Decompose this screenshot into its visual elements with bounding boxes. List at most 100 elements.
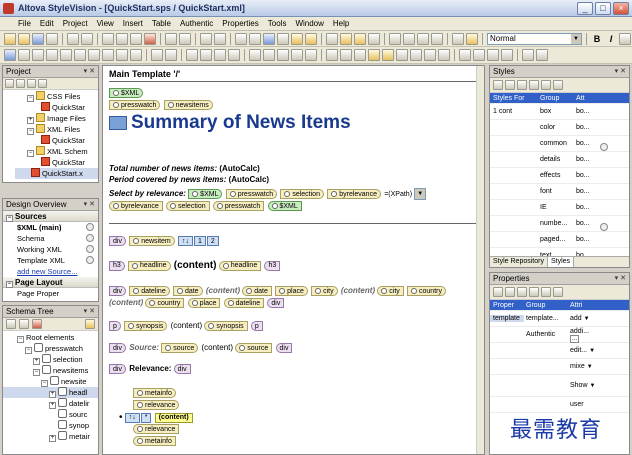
expand-icon[interactable]: +	[27, 117, 34, 124]
newsitem-tag[interactable]: newsitem	[129, 236, 175, 246]
style-attr[interactable]: bo...	[574, 124, 604, 131]
byrelevance-tag[interactable]: byrelevance	[327, 189, 381, 199]
rule-icon[interactable]	[354, 49, 366, 61]
tree-item[interactable]: QuickStar	[15, 102, 98, 113]
style-attr[interactable]: bo...	[574, 140, 608, 151]
list-icon[interactable]	[186, 49, 198, 61]
property-attr[interactable]: user	[568, 401, 598, 408]
date-tag[interactable]: date	[172, 286, 203, 296]
justify-icon[interactable]	[501, 49, 513, 61]
schema-sort-icon[interactable]	[85, 319, 95, 329]
align-left-icon[interactable]	[459, 49, 471, 61]
delete-col-icon[interactable]	[60, 49, 72, 61]
collapse-icon[interactable]: −	[17, 336, 24, 343]
synopsis-content[interactable]: (content)	[171, 321, 203, 330]
find-next-icon[interactable]	[214, 32, 226, 45]
tree-item[interactable]: − XML Schem	[15, 146, 98, 157]
bullets-icon[interactable]	[522, 49, 534, 61]
p-tag[interactable]: p	[109, 321, 121, 331]
place-close-tag[interactable]: place	[187, 298, 221, 308]
autocalc-icon[interactable]	[291, 49, 303, 61]
property-target[interactable]: template	[490, 315, 524, 322]
preview-icon[interactable]	[389, 32, 401, 45]
properties-grid-row[interactable]: mixe ▼	[490, 359, 629, 375]
styles-grid-row[interactable]: details bo...	[490, 152, 629, 168]
source-options-icon[interactable]	[86, 256, 94, 264]
tab-style-repository[interactable]: Style Repository	[490, 257, 548, 267]
schema-node[interactable]: sourc	[3, 409, 98, 420]
fo-icon[interactable]	[354, 32, 366, 45]
style-attr[interactable]: bo...	[574, 236, 604, 243]
collapse-icon[interactable]: −	[6, 281, 13, 288]
styles-grid-row[interactable]: 1 cont box bo...	[490, 104, 629, 120]
presswatch-tag[interactable]: presswatch	[109, 100, 161, 110]
sort-key-2[interactable]: 2	[206, 236, 219, 246]
source-close-tag[interactable]: source	[235, 343, 273, 353]
rtf-icon[interactable]	[417, 32, 429, 45]
schema-node[interactable]: + selection	[3, 354, 98, 365]
italic-button[interactable]: I	[605, 34, 617, 44]
schema-node[interactable]: + datelir	[3, 398, 98, 409]
source-row[interactable]: Schema	[3, 233, 98, 244]
xml-tag[interactable]: $XML	[109, 88, 144, 98]
delete-icon[interactable]	[144, 32, 156, 45]
source-row[interactable]: Template XML	[3, 255, 98, 266]
menu-file[interactable]: File	[18, 19, 31, 28]
image-icon[interactable]	[466, 32, 478, 45]
city-content[interactable]: (content)	[341, 286, 375, 295]
bold-button[interactable]: B	[591, 34, 603, 44]
menu-properties[interactable]: Properties	[222, 19, 258, 28]
collapse-icon[interactable]: −	[27, 150, 34, 157]
menu-project[interactable]: Project	[63, 19, 88, 28]
validate-icon[interactable]	[368, 32, 380, 45]
menu-authentic[interactable]: Authentic	[180, 19, 213, 28]
styles-view-icon[interactable]	[493, 80, 503, 90]
properties-grid-row[interactable]: template template... add ▼	[490, 311, 629, 327]
props-reset-icon[interactable]	[553, 287, 563, 297]
styles-grid-row[interactable]: effects bo...	[490, 168, 629, 184]
style-attr[interactable]: bo...	[574, 172, 604, 179]
synopsis-tag[interactable]: synopsis	[124, 321, 168, 331]
style-attr[interactable]: bo...	[574, 108, 604, 115]
chevron-down-icon[interactable]: ▼	[584, 316, 590, 322]
save-icon[interactable]	[32, 32, 44, 45]
open-icon[interactable]	[18, 32, 30, 45]
styles-remove-icon[interactable]	[541, 80, 551, 90]
chevron-down-icon[interactable]: ▼	[571, 33, 581, 44]
date-content[interactable]: (content)	[206, 286, 240, 295]
schema-node[interactable]: − newsitems	[3, 365, 98, 376]
show-markup-icon[interactable]	[424, 49, 436, 61]
styles-grid-row[interactable]: color bo...	[490, 120, 629, 136]
chevron-down-icon[interactable]: ▼	[589, 383, 595, 389]
source-options-icon[interactable]	[86, 245, 94, 253]
pdf-icon[interactable]	[431, 32, 443, 45]
insert-row-icon[interactable]	[18, 49, 30, 61]
byrelevance-close-tag[interactable]: byrelevance	[109, 201, 163, 211]
align-middle-icon[interactable]	[116, 49, 128, 61]
style-combo[interactable]: Normal ▼	[487, 32, 582, 45]
templates-icon[interactable]	[291, 32, 303, 45]
split-cell-icon[interactable]	[88, 49, 100, 61]
styles-list-icon[interactable]	[505, 80, 515, 90]
copy-icon[interactable]	[116, 32, 128, 45]
property-attr[interactable]: addi... ...	[568, 328, 598, 343]
property-attr[interactable]: mixe ▼	[568, 363, 598, 370]
sort-key[interactable]: *	[140, 412, 152, 423]
synopsis-close-tag[interactable]: synopsis	[204, 321, 248, 331]
source-content[interactable]: (content)	[201, 343, 233, 352]
relevance-close-tag[interactable]: relevance	[133, 424, 180, 434]
schema-node[interactable]: + metair	[3, 431, 98, 442]
highlight-icon[interactable]	[368, 49, 380, 61]
presswatch-close-tag[interactable]: presswatch	[212, 201, 265, 211]
period-autocalc[interactable]: (AutoCalc)	[229, 175, 269, 184]
metainfo-tag[interactable]: metainfo	[133, 388, 176, 398]
panel-controls[interactable]: ▾ ✕	[615, 273, 626, 285]
xsl-icon[interactable]	[340, 32, 352, 45]
tree-item[interactable]: + Image Files	[15, 113, 98, 124]
view-icon[interactable]	[452, 32, 464, 45]
indent-icon[interactable]	[214, 49, 226, 61]
large-markup-icon[interactable]	[438, 49, 450, 61]
dateline-tag[interactable]: dateline	[129, 286, 170, 296]
property-attr[interactable]: edit... ▼	[568, 347, 598, 354]
menu-help[interactable]: Help	[333, 19, 349, 28]
